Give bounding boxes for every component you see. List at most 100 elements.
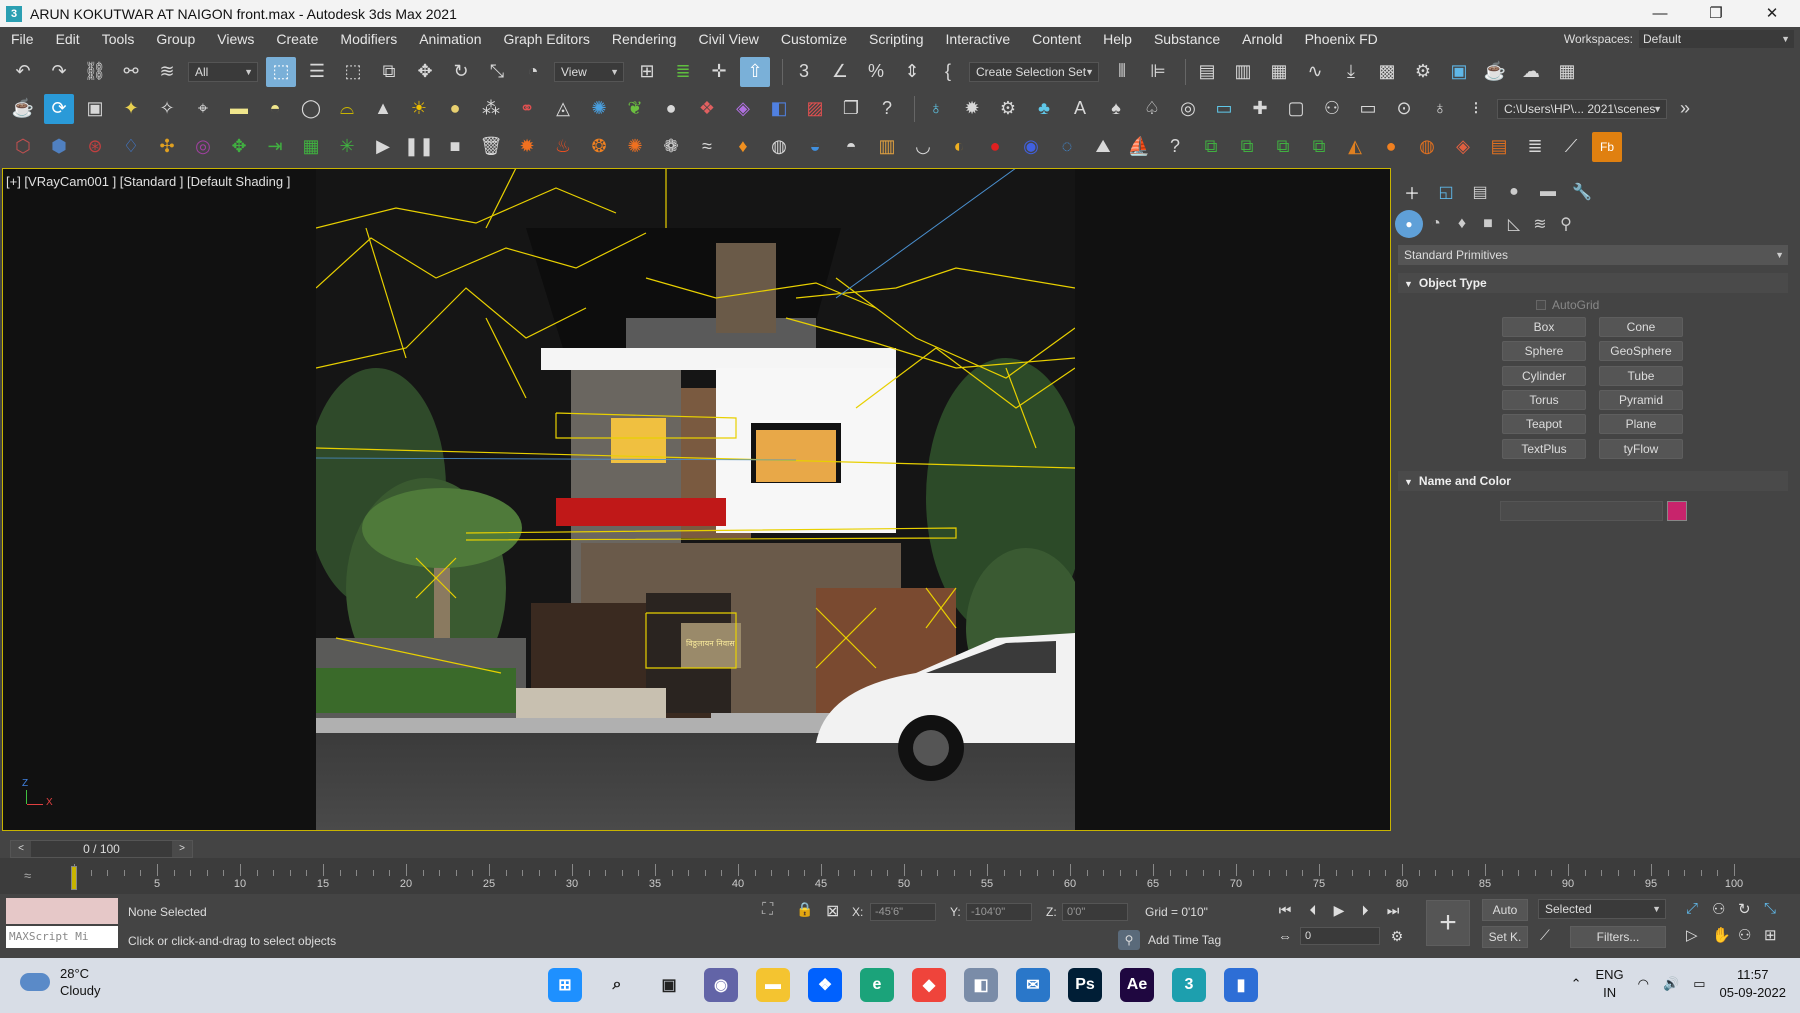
zoom-all-icon[interactable]: ⚇ [1712, 900, 1725, 918]
photos-icon[interactable]: ◧ [964, 968, 998, 1002]
add-time-tag[interactable]: Add Time Tag [1148, 933, 1221, 947]
time-configuration-icon[interactable]: ⚙ [1386, 925, 1408, 947]
auto-key-button[interactable]: Auto [1482, 899, 1528, 921]
rotate-icon[interactable]: ↻ [446, 57, 476, 87]
select2-icon[interactable]: ⧉ [1232, 132, 1262, 162]
refresh-icon[interactable]: ⟳ [44, 93, 74, 124]
tyflow-button[interactable]: tyFlow [1599, 439, 1683, 459]
vray-camera-icon[interactable]: ⌖ [188, 94, 218, 124]
plant-icon[interactable]: ❦ [620, 94, 650, 124]
sphere-icon[interactable]: ● [656, 94, 686, 124]
zoom-icon[interactable]: ⤢ [1686, 900, 1698, 917]
swirl-icon[interactable]: ✣ [152, 132, 182, 162]
set-key-button[interactable]: Set K. [1482, 926, 1528, 948]
menu-group[interactable]: Group [145, 31, 206, 47]
fur-icon[interactable]: ⁂ [476, 94, 506, 124]
absolute-mode-icon[interactable]: ⊠ [826, 901, 839, 921]
grid-ball-icon[interactable]: ◍ [1412, 132, 1442, 162]
brush-icon[interactable]: ⟋ [1556, 132, 1586, 162]
placement-icon[interactable]: ◔ [518, 57, 548, 87]
named-selection-dropdown[interactable]: Create Selection Set ▼ [969, 61, 1099, 82]
battery-icon[interactable]: ▭ [1693, 975, 1705, 993]
utilities-tab-icon[interactable]: 🔧 [1565, 178, 1599, 206]
dome-light-icon[interactable]: ⌓ [332, 94, 362, 124]
y-coordinate-field[interactable]: -104'0" [966, 903, 1032, 921]
snaps-toggle-icon[interactable]: 3 [789, 57, 819, 87]
stop-icon[interactable]: ■ [440, 132, 470, 162]
cube-icon[interactable]: ⬢ [44, 132, 74, 162]
sun2-icon[interactable]: ◐ [944, 132, 974, 162]
dropbox-icon[interactable]: ❖ [808, 968, 842, 1002]
light-bulb-icon[interactable]: ♁ [921, 94, 951, 124]
brick-icon[interactable]: ▤ [1484, 132, 1514, 162]
walkthrough-icon[interactable]: ⚇ [1738, 926, 1751, 944]
maxscript-input[interactable]: MAXScript Mi [6, 926, 118, 948]
particles-icon[interactable]: ✺ [584, 94, 614, 124]
drop2-icon[interactable]: ♦ [728, 132, 758, 162]
monitor-icon[interactable]: ▭ [1209, 94, 1239, 124]
bind-space-warp-icon[interactable]: ≋ [152, 57, 182, 87]
transform-icon[interactable]: ✚ [1245, 94, 1275, 124]
select3-icon[interactable]: ⧉ [1268, 132, 1298, 162]
menu-substance[interactable]: Substance [1143, 31, 1231, 47]
textplus-button[interactable]: TextPlus [1502, 439, 1586, 459]
z-coordinate-field[interactable]: 0'0" [1062, 903, 1128, 921]
display-tab-icon[interactable]: ▬ [1531, 178, 1565, 206]
select1-icon[interactable]: ⧉ [1196, 132, 1226, 162]
screen-icon[interactable]: ▢ [1281, 94, 1311, 124]
minimize-button[interactable]: — [1632, 0, 1688, 27]
select-object-icon[interactable]: ⬚ [266, 56, 296, 87]
unlink-icon[interactable]: ⚯ [116, 57, 146, 87]
project-path-dropdown[interactable]: C:\Users\HP\... 2021\scenes ▼ [1497, 98, 1667, 119]
menu-tools[interactable]: Tools [91, 31, 146, 47]
flame-icon[interactable]: ✺ [620, 132, 650, 162]
plane-icon[interactable]: ◬ [548, 94, 578, 124]
teams-chat-icon[interactable]: ◉ [704, 968, 738, 1002]
time-slider[interactable]: < 0 / 100 > [10, 840, 193, 858]
proxy-icon[interactable]: ⚭ [512, 94, 542, 124]
wifi-icon[interactable]: ◠ [1638, 975, 1649, 993]
maxscript-output[interactable] [6, 898, 118, 924]
undo-icon[interactable]: ↶ [8, 57, 38, 87]
viewport-safe-area-left[interactable] [2, 168, 316, 831]
ies-light-icon[interactable]: ▲ [368, 94, 398, 124]
trash-icon[interactable]: 🗑 [476, 132, 506, 162]
render-elements-icon[interactable]: ⚙ [993, 94, 1023, 124]
maximize-button[interactable]: ❐ [1688, 0, 1744, 27]
helpers-icon[interactable]: ◺ [1501, 210, 1527, 238]
align-icon[interactable]: ⊫ [1143, 57, 1173, 87]
name-color-rollout-header[interactable]: ▼ Name and Color [1398, 471, 1788, 491]
reference-coordinate-dropdown[interactable]: View ▼ [554, 61, 624, 82]
toggle-ribbon-icon[interactable]: ▦ [1264, 57, 1294, 87]
grid-question-icon[interactable]: ⁝ [1461, 94, 1491, 124]
drop-icon[interactable]: ♢ [116, 132, 146, 162]
time-playhead[interactable] [71, 866, 77, 890]
pan-icon[interactable]: ✋ [1712, 926, 1731, 944]
layers-icon[interactable]: ≣ [1520, 132, 1550, 162]
menu-create[interactable]: Create [265, 31, 329, 47]
isolate-selection-icon[interactable]: ⛶ [762, 901, 773, 919]
zoom-extents-icon[interactable]: ⤡ [1764, 900, 1776, 917]
blue-ball-icon[interactable]: ◉ [1016, 132, 1046, 162]
cup-icon[interactable]: ▥ [872, 132, 902, 162]
clipboard-icon[interactable]: ❐ [836, 94, 866, 124]
search-icon[interactable]: ⌕ [600, 968, 634, 1002]
field-of-view-icon[interactable]: ▷ [1686, 926, 1698, 944]
material-icon[interactable]: ◈ [728, 94, 758, 124]
ocean-icon[interactable]: ⛰ [1088, 132, 1118, 162]
smoke-icon[interactable]: ❂ [584, 132, 614, 162]
ambient-light-icon[interactable]: ● [440, 94, 470, 124]
pyramid-button[interactable]: Pyramid [1599, 390, 1683, 410]
tree3-icon[interactable]: ♤ [1137, 94, 1167, 124]
keyboard-shortcut-icon[interactable]: ⇧ [740, 56, 770, 87]
shapes-icon[interactable]: ◔ [1423, 210, 1449, 238]
sphere-light-icon[interactable]: ◓ [260, 94, 290, 124]
curve-editor-mini-icon[interactable]: ≈ [24, 868, 31, 883]
chevron-right-icon[interactable]: » [1675, 94, 1695, 124]
menu-phoenix-fd[interactable]: Phoenix FD [1294, 31, 1389, 47]
curve-editor-icon[interactable]: ∿ [1300, 57, 1330, 87]
mail-icon[interactable]: ✉ [1016, 968, 1050, 1002]
arrow-icon[interactable]: ⇥ [260, 132, 290, 162]
box-button[interactable]: Box [1502, 317, 1586, 337]
generic-app-icon[interactable]: ▮ [1224, 968, 1258, 1002]
